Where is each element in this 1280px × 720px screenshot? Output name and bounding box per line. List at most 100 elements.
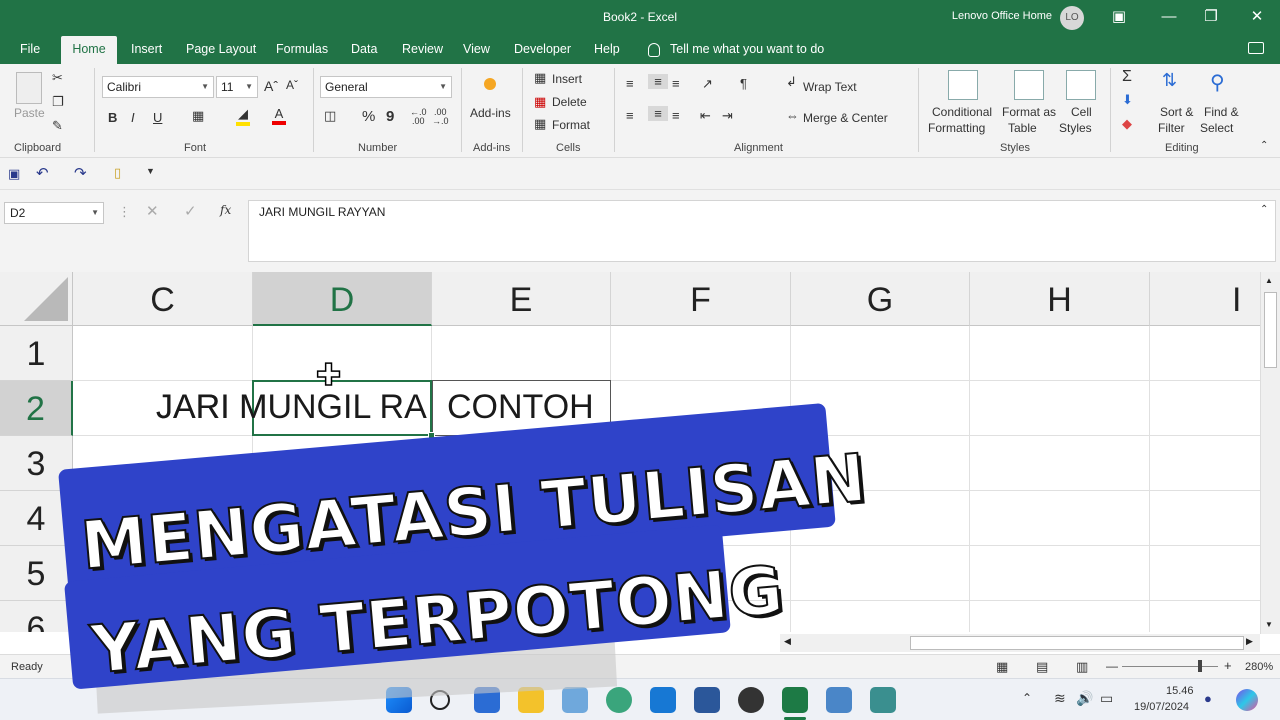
decrease-indent-icon[interactable]: ⇤	[700, 108, 711, 124]
increase-decimal-icon[interactable]: ←.0.00	[410, 108, 427, 126]
scroll-down-icon[interactable]: ▼	[1265, 620, 1273, 629]
user-name[interactable]: Lenovo Office Home	[952, 10, 1052, 22]
comments-icon[interactable]	[1248, 42, 1264, 54]
tell-me-search[interactable]: Tell me what you want to do	[648, 34, 824, 64]
tab-formulas[interactable]: Formulas	[276, 34, 328, 64]
cut-icon[interactable]: ✂	[52, 70, 63, 86]
accounting-format-icon[interactable]: ◫	[324, 108, 336, 124]
fill-icon[interactable]: ⬇	[1122, 92, 1133, 108]
column-header-c[interactable]: C	[73, 272, 253, 326]
conditional-formatting-label-1[interactable]: Conditional	[932, 105, 992, 119]
align-right-icon[interactable]: ≡	[672, 108, 680, 123]
cell-styles-label-1[interactable]: Cell	[1071, 105, 1092, 119]
align-left-icon[interactable]: ≡	[626, 108, 634, 123]
delete-cells-button[interactable]: Delete	[552, 95, 587, 109]
wifi-icon[interactable]: ≋	[1054, 690, 1066, 707]
tab-review[interactable]: Review	[402, 34, 443, 64]
fill-color-icon[interactable]: ◢	[236, 106, 250, 126]
scroll-left-icon[interactable]: ◀	[784, 636, 791, 647]
column-header-g[interactable]: G	[791, 272, 970, 326]
cancel-icon[interactable]: ✕	[146, 202, 159, 220]
cell-styles-label-2[interactable]: Styles	[1059, 121, 1092, 135]
normal-view-icon[interactable]: ▦	[996, 659, 1008, 675]
orientation-icon[interactable]: ↗	[702, 76, 713, 92]
italic-button[interactable]: I	[131, 110, 135, 125]
column-header-h[interactable]: H	[970, 272, 1150, 326]
zoom-in-icon[interactable]: +	[1224, 658, 1232, 673]
increase-indent-icon[interactable]: ⇥	[722, 108, 733, 124]
number-format-select[interactable]: General ▼	[320, 76, 452, 98]
copy-icon[interactable]: ❐	[52, 94, 64, 110]
restore-icon[interactable]: ❐	[1200, 6, 1222, 28]
find-select-label-2[interactable]: Select	[1200, 121, 1233, 135]
user-avatar[interactable]: LO	[1060, 6, 1084, 30]
underline-button[interactable]: U	[153, 110, 162, 125]
name-box[interactable]: D2 ▼	[4, 202, 104, 224]
select-all-button[interactable]	[0, 272, 73, 326]
page-layout-view-icon[interactable]: ▤	[1036, 659, 1048, 675]
tab-view[interactable]: View	[463, 34, 490, 64]
redo-icon[interactable]: ↷	[74, 164, 87, 182]
add-ins-button[interactable]: Add-ins	[470, 106, 511, 120]
font-color-icon[interactable]: A	[272, 106, 286, 125]
column-header-f[interactable]: F	[611, 272, 791, 326]
borders-icon[interactable]: ▦	[192, 108, 204, 124]
comma-style-button[interactable]: 9	[386, 108, 394, 125]
notification-bell-icon[interactable]: ●	[1204, 691, 1212, 706]
sort-filter-label-1[interactable]: Sort &	[1160, 105, 1193, 119]
find-select-label-1[interactable]: Find &	[1204, 105, 1239, 119]
page-break-view-icon[interactable]: ▥	[1076, 659, 1088, 675]
tab-file[interactable]: File	[20, 34, 40, 64]
app-icon-2[interactable]	[826, 687, 852, 713]
bottom-align-icon[interactable]: ≡	[672, 76, 680, 91]
customize-qat-icon[interactable]: ▼	[146, 166, 155, 176]
battery-icon[interactable]: ▭	[1100, 690, 1113, 707]
row-header-1[interactable]: 1	[0, 326, 73, 381]
app-icon-3[interactable]	[870, 687, 896, 713]
column-header-d[interactable]: D	[253, 272, 432, 326]
scroll-right-icon[interactable]: ▶	[1246, 636, 1253, 647]
collapse-ribbon-icon[interactable]: ⌃	[1260, 140, 1268, 151]
align-center-icon[interactable]: ≡	[648, 106, 668, 121]
paste-icon[interactable]	[16, 72, 42, 104]
browser-icon[interactable]	[606, 687, 632, 713]
gallery-icon[interactable]	[650, 687, 676, 713]
minimize-icon[interactable]: —	[1158, 6, 1180, 28]
scroll-up-icon[interactable]: ▲	[1265, 276, 1273, 285]
zoom-level[interactable]: 280%	[1245, 661, 1273, 673]
volume-icon[interactable]: 🔊	[1076, 690, 1093, 707]
row-header-6[interactable]: 6	[0, 601, 73, 632]
chevron-up-icon[interactable]: ⌃	[1022, 691, 1032, 705]
tab-developer[interactable]: Developer	[514, 34, 571, 64]
autosum-icon[interactable]: Σ	[1122, 68, 1132, 86]
formula-input[interactable]: JARI MUNGIL RAYYAN	[248, 200, 1276, 262]
clear-icon[interactable]: ◆	[1122, 116, 1132, 132]
clipboard-icon[interactable]: ▯	[114, 165, 121, 181]
tab-page-layout[interactable]: Page Layout	[186, 34, 256, 64]
format-painter-icon[interactable]: ✎	[52, 118, 63, 134]
decrease-font-icon[interactable]: Aˇ	[286, 78, 298, 92]
format-as-table-label-2[interactable]: Table	[1008, 121, 1037, 135]
font-name-select[interactable]: Calibri ▼	[102, 76, 214, 98]
font-size-select[interactable]: 11 ▼	[216, 76, 258, 98]
excel-icon[interactable]	[782, 687, 808, 713]
collapse-formula-icon[interactable]: ⌃	[1260, 204, 1268, 215]
top-align-icon[interactable]: ≡	[626, 76, 634, 91]
format-as-table-label-1[interactable]: Format as	[1002, 105, 1056, 119]
merge-center-button[interactable]: Merge & Center	[803, 111, 888, 125]
horizontal-scrollbar[interactable]: ◀ ▶	[780, 634, 1260, 652]
row-header-2[interactable]: 2	[0, 381, 73, 436]
photos-icon[interactable]	[562, 687, 588, 713]
undo-icon[interactable]: ↶	[36, 164, 49, 182]
zoom-out-icon[interactable]: —	[1106, 659, 1118, 673]
vertical-scrollbar[interactable]: ▲ ▼	[1260, 272, 1280, 634]
column-header-e[interactable]: E	[432, 272, 611, 326]
text-direction-icon[interactable]: ¶	[740, 76, 747, 91]
format-cells-button[interactable]: Format	[552, 118, 590, 132]
paste-button[interactable]: Paste	[14, 106, 45, 120]
decrease-decimal-icon[interactable]: .00 →.0	[432, 108, 449, 126]
save-icon[interactable]: ▣	[8, 166, 20, 182]
tab-insert[interactable]: Insert	[131, 34, 162, 64]
bold-button[interactable]: B	[108, 110, 117, 125]
percent-button[interactable]: %	[362, 108, 375, 125]
